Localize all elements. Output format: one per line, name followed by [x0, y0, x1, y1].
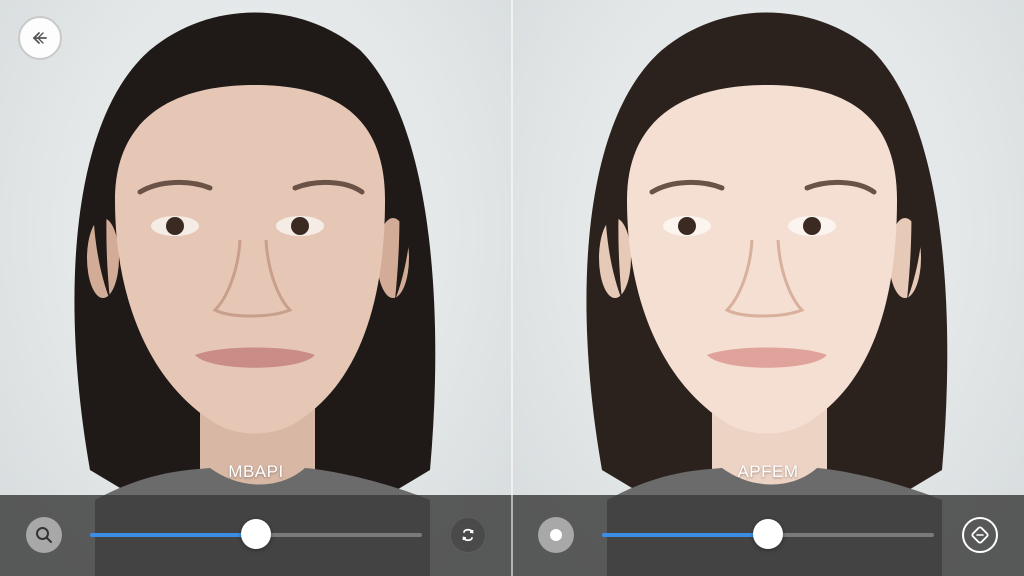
- after-panel: APFEM: [512, 0, 1024, 576]
- swap-icon: [462, 528, 474, 542]
- back-button[interactable]: [18, 16, 62, 60]
- swap-button[interactable]: [450, 517, 486, 553]
- before-label: MBAPI: [228, 462, 284, 481]
- back-arrow-icon: [33, 32, 47, 44]
- before-slider-fill: [90, 533, 256, 537]
- after-label: APFEM: [737, 462, 799, 481]
- after-slider-knob[interactable]: [753, 519, 783, 549]
- before-panel: MBAPI: [0, 0, 512, 576]
- search-button[interactable]: [26, 517, 62, 553]
- before-after-viewer: MBAPI APFEM: [0, 0, 1024, 576]
- record-button[interactable]: [538, 517, 574, 553]
- before-slider-knob[interactable]: [241, 519, 271, 549]
- after-portrait: [586, 12, 948, 576]
- compare-icon: [971, 526, 989, 544]
- search-icon: [36, 527, 52, 543]
- compare-button[interactable]: [962, 517, 998, 553]
- panel-divider: [511, 0, 513, 576]
- before-portrait: [74, 12, 436, 576]
- record-dot-icon: [550, 529, 562, 541]
- after-slider-fill: [602, 533, 768, 537]
